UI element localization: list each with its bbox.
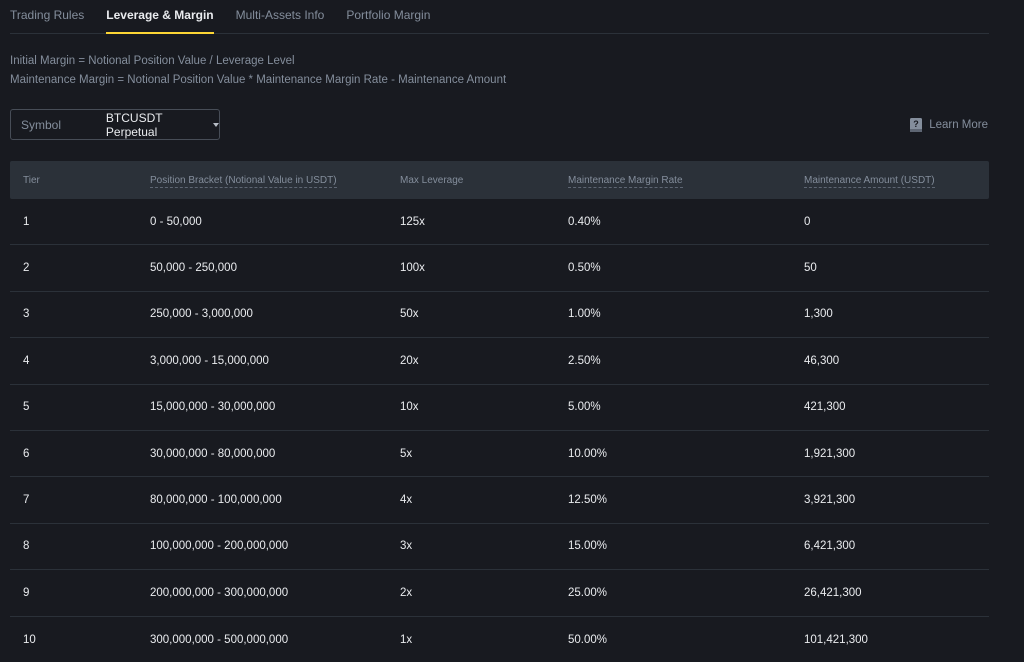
cell-maintenance-amount: 50 <box>804 262 817 275</box>
cell-position-bracket: 15,000,000 - 30,000,000 <box>150 401 276 414</box>
cell-max-leverage: 50x <box>400 308 419 321</box>
cell-max-leverage: 4x <box>400 494 413 507</box>
cell-position-bracket: 30,000,000 - 80,000,000 <box>150 447 276 460</box>
symbol-select-label: Symbol <box>21 117 62 132</box>
header-maintenance-amount[interactable]: Maintenance Amount (USDT) <box>804 174 989 188</box>
cell-max-leverage: 5x <box>400 447 413 460</box>
cell-position-bracket: 80,000,000 - 100,000,000 <box>150 494 282 507</box>
cell-maintenance-margin-rate: 0.40% <box>568 215 601 228</box>
cell-maintenance-amount: 1,921,300 <box>804 447 856 460</box>
help-book-icon: ? <box>910 118 923 132</box>
cell-tier: 7 <box>23 494 30 507</box>
table-body: 1 0 - 50,000 125x 0.40% 0 2 50,000 - 250,000 10… <box>10 199 989 662</box>
table-row: 9 200,000,000 - 300,000,000 2x 25.00% 26,421… <box>10 570 989 617</box>
cell-tier: 2 <box>23 262 30 275</box>
leverage-margin-page: Trading Rules Leverage & Margin Multi-As… <box>0 0 1024 662</box>
svg-text:?: ? <box>913 119 919 129</box>
cell-maintenance-amount: 101,421,300 <box>804 633 868 646</box>
header-tier: Tier <box>23 174 40 186</box>
header-maintenance-amount-label: Maintenance Amount (USDT) <box>804 174 935 188</box>
cell-position-bracket: 200,000,000 - 300,000,000 <box>150 586 289 599</box>
cell-position-bracket: 250,000 - 3,000,000 <box>150 308 253 321</box>
cell-tier: 4 <box>23 354 30 367</box>
cell-maintenance-margin-rate: 2.50% <box>568 354 601 367</box>
cell-max-leverage: 1x <box>400 633 413 646</box>
cell-maintenance-margin-rate: 50.00% <box>568 633 608 646</box>
cell-maintenance-margin-rate: 5.00% <box>568 401 601 414</box>
cell-maintenance-margin-rate: 10.00% <box>568 447 608 460</box>
cell-tier: 9 <box>23 586 30 599</box>
header-maintenance-margin-rate[interactable]: Maintenance Margin Rate <box>568 174 804 188</box>
cell-maintenance-margin-rate: 12.50% <box>568 494 608 507</box>
cell-maintenance-amount: 46,300 <box>804 354 840 367</box>
cell-position-bracket: 0 - 50,000 <box>150 215 202 228</box>
header-max-leverage: Max Leverage <box>400 174 464 186</box>
cell-maintenance-margin-rate: 1.00% <box>568 308 601 321</box>
cell-tier: 3 <box>23 308 30 321</box>
cell-max-leverage: 20x <box>400 354 419 367</box>
cell-maintenance-amount: 421,300 <box>804 401 846 414</box>
leverage-tier-table: Tier Position Bracket (Notional Value in… <box>10 161 989 662</box>
cell-max-leverage: 125x <box>400 215 425 228</box>
cell-max-leverage: 100x <box>400 262 425 275</box>
initial-margin-formula: Initial Margin = Notional Position Value… <box>10 55 295 67</box>
table-row: 3 250,000 - 3,000,000 50x 1.00% 1,300 <box>10 292 989 339</box>
tab-bar: Trading Rules Leverage & Margin Multi-As… <box>10 0 989 34</box>
cell-maintenance-amount: 0 <box>804 215 811 228</box>
cell-maintenance-margin-rate: 25.00% <box>568 586 608 599</box>
cell-tier: 6 <box>23 447 30 460</box>
cell-tier: 5 <box>23 401 30 414</box>
table-row: 2 50,000 - 250,000 100x 0.50% 50 <box>10 245 989 292</box>
cell-max-leverage: 10x <box>400 401 419 414</box>
cell-maintenance-amount: 1,300 <box>804 308 833 321</box>
cell-position-bracket: 100,000,000 - 200,000,000 <box>150 540 289 553</box>
cell-maintenance-margin-rate: 0.50% <box>568 262 601 275</box>
cell-tier: 1 <box>23 215 30 228</box>
table-row: 6 30,000,000 - 80,000,000 5x 10.00% 1,921,30… <box>10 431 989 478</box>
cell-max-leverage: 3x <box>400 540 413 553</box>
header-position-bracket-label: Position Bracket (Notional Value in USDT… <box>150 174 337 188</box>
table-row: 5 15,000,000 - 30,000,000 10x 5.00% 421,300 <box>10 385 989 431</box>
symbol-select[interactable]: Symbol BTCUSDT Perpetual <box>10 109 220 140</box>
cell-position-bracket: 300,000,000 - 500,000,000 <box>150 633 289 646</box>
table-row: 7 80,000,000 - 100,000,000 4x 12.50% 3,921,3… <box>10 477 989 524</box>
cell-tier: 10 <box>23 633 36 646</box>
tab-leverage-margin[interactable]: Leverage & Margin <box>106 0 215 34</box>
chevron-down-icon <box>213 122 219 127</box>
header-position-bracket[interactable]: Position Bracket (Notional Value in USDT… <box>150 174 400 188</box>
table-header: Tier Position Bracket (Notional Value in… <box>10 161 989 199</box>
cell-maintenance-amount: 6,421,300 <box>804 540 856 553</box>
cell-position-bracket: 3,000,000 - 15,000,000 <box>150 354 269 367</box>
learn-more-link[interactable]: ? Learn More <box>909 117 988 133</box>
cell-maintenance-amount: 26,421,300 <box>804 586 862 599</box>
symbol-select-value: BTCUSDT Perpetual <box>105 110 163 139</box>
cell-tier: 8 <box>23 540 30 553</box>
learn-more-label: Learn More <box>929 119 988 131</box>
tab-multi-assets-info[interactable]: Multi-Assets Info <box>236 0 325 33</box>
tab-trading-rules[interactable]: Trading Rules <box>10 0 84 33</box>
table-row: 4 3,000,000 - 15,000,000 20x 2.50% 46,300 <box>10 338 989 385</box>
cell-position-bracket: 50,000 - 250,000 <box>150 262 237 275</box>
cell-max-leverage: 2x <box>400 586 413 599</box>
cell-maintenance-margin-rate: 15.00% <box>568 540 608 553</box>
header-maintenance-margin-rate-label: Maintenance Margin Rate <box>568 174 683 188</box>
cell-maintenance-amount: 3,921,300 <box>804 494 856 507</box>
table-row: 10 300,000,000 - 500,000,000 1x 50.00% 101,4… <box>10 617 989 662</box>
table-row: 1 0 - 50,000 125x 0.40% 0 <box>10 199 989 246</box>
tab-portfolio-margin[interactable]: Portfolio Margin <box>346 0 430 33</box>
maintenance-margin-formula: Maintenance Margin = Notional Position V… <box>10 74 507 86</box>
table-row: 8 100,000,000 - 200,000,000 3x 15.00% 6,421,… <box>10 524 989 571</box>
